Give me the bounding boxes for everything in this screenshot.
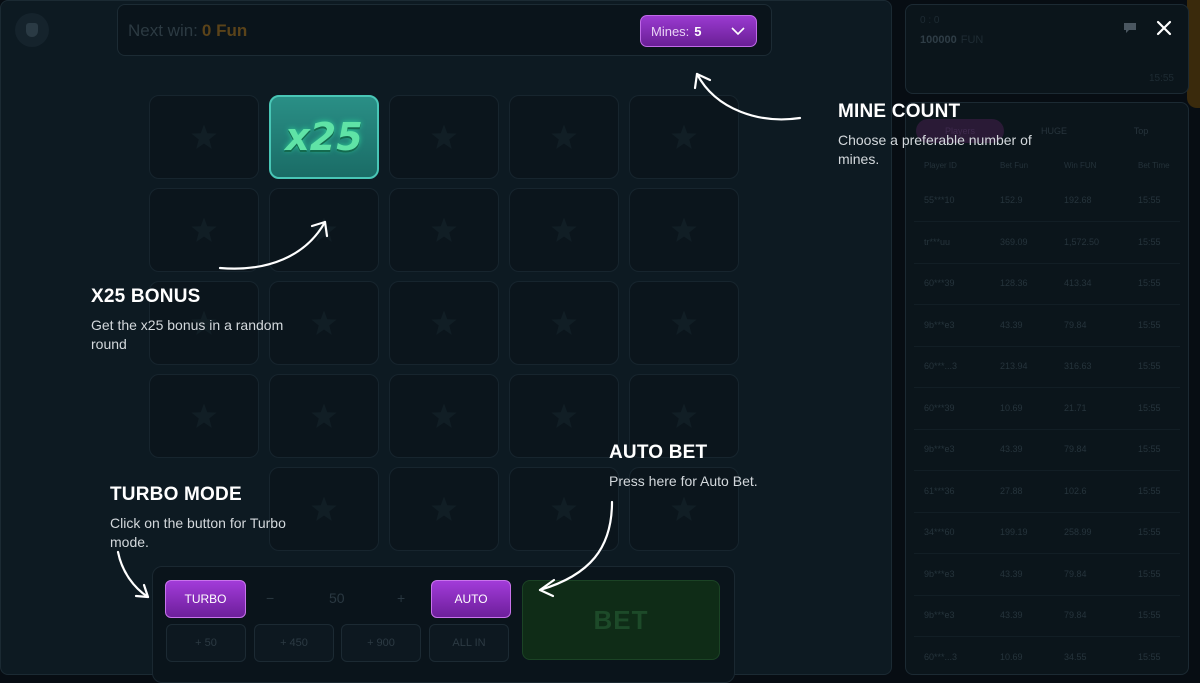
mine-count-arrowhead xyxy=(693,72,712,90)
auto-bet-arrow xyxy=(538,500,614,592)
mine-count-arrow xyxy=(695,72,802,121)
bonus-arrow xyxy=(218,220,327,270)
turbo-arrow xyxy=(116,550,150,599)
tutorial-arrows xyxy=(116,72,802,599)
